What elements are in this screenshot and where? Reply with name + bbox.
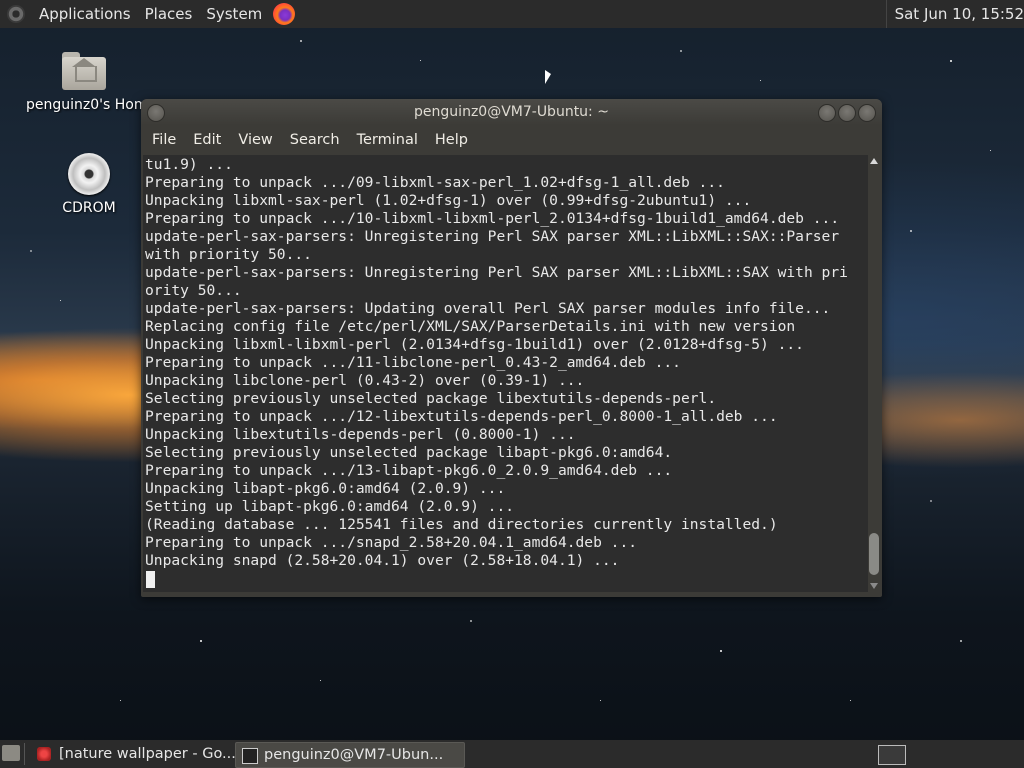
scroll-down-arrow-icon[interactable] — [870, 583, 878, 589]
terminal-line: Selecting previously unselected package … — [145, 390, 717, 407]
terminal-line: Preparing to unpack .../13-libapt-pkg6.0… — [145, 462, 673, 479]
window-titlebar[interactable]: penguinz0@VM7-Ubuntu: ~ — [141, 99, 882, 125]
browser-task-icon — [37, 747, 51, 761]
close-button[interactable] — [858, 104, 876, 122]
maximize-button[interactable] — [838, 104, 856, 122]
desktop-icon-home[interactable]: penguinz0's Home — [26, 52, 142, 113]
terminal-task-icon — [242, 748, 258, 764]
home-folder-icon — [62, 52, 106, 90]
bottom-panel: [nature wallpaper - Go... penguinz0@VM7-… — [0, 740, 1024, 768]
terminal-line: Unpacking libxml-libxml-perl (2.0134+dfs… — [145, 336, 804, 353]
menu-places[interactable]: Places — [140, 5, 198, 23]
terminal-line: update-perl-sax-parsers: Updating overal… — [145, 300, 831, 317]
taskbar-item-browser[interactable]: [nature wallpaper - Go... — [31, 742, 257, 766]
terminal-line: tu1.9) ... — [145, 156, 233, 173]
terminal-line: Unpacking libxml-sax-perl (1.02+dfsg-1) … — [145, 192, 752, 209]
terminal-line: Setting up libapt-pkg6.0:amd64 (2.0.9) .… — [145, 498, 515, 515]
menu-view[interactable]: View — [238, 132, 272, 148]
taskbar-item-label: penguinz0@VM7-Ubun... — [264, 747, 444, 763]
terminal-line: Preparing to unpack .../09-libxml-sax-pe… — [145, 174, 725, 191]
terminal-menubar: File Edit View Search Terminal Help — [141, 125, 882, 155]
terminal-line: update-perl-sax-parsers: Unregistering P… — [145, 264, 848, 281]
minimize-button[interactable] — [818, 104, 836, 122]
clock[interactable]: Sat Jun 10, 15:52 — [885, 0, 1024, 28]
terminal-scrollbar[interactable] — [868, 155, 880, 592]
terminal-line: Replacing config file /etc/perl/XML/SAX/… — [145, 318, 796, 335]
menu-help[interactable]: Help — [435, 132, 468, 148]
terminal-line: Unpacking libclone-perl (0.43-2) over (0… — [145, 372, 585, 389]
workspace-switcher-icon[interactable] — [878, 745, 906, 765]
terminal-line: (Reading database ... 125541 files and d… — [145, 516, 778, 533]
terminal-lines: tu1.9) ... Preparing to unpack .../09-lib… — [145, 156, 848, 570]
menu-system[interactable]: System — [201, 5, 267, 23]
terminal-line: Unpacking libextutils-depends-perl (0.80… — [145, 426, 576, 443]
scroll-up-arrow-icon[interactable] — [870, 158, 878, 164]
terminal-line: Preparing to unpack .../10-libxml-libxml… — [145, 210, 840, 227]
terminal-line: Preparing to unpack .../11-libclone-perl… — [145, 354, 681, 371]
terminal-window: penguinz0@VM7-Ubuntu: ~ File Edit View S… — [141, 99, 882, 597]
terminal-line: update-perl-sax-parsers: Unregistering P… — [145, 228, 840, 245]
terminal-line: Unpacking libapt-pkg6.0:amd64 (2.0.9) ..… — [145, 480, 506, 497]
terminal-line: Unpacking snapd (2.58+20.04.1) over (2.5… — [145, 552, 620, 569]
menu-edit[interactable]: Edit — [193, 132, 221, 148]
desktop-icon-label: penguinz0's Home — [26, 97, 142, 113]
mouse-pointer-icon — [545, 70, 551, 84]
taskbar-item-label: [nature wallpaper - Go... — [59, 746, 236, 762]
menu-file[interactable]: File — [152, 132, 176, 148]
terminal-line: with priority 50... — [145, 246, 312, 263]
firefox-icon[interactable] — [273, 3, 296, 25]
terminal-output[interactable]: tu1.9) ... Preparing to unpack .../09-lib… — [143, 155, 868, 592]
distro-logo-icon[interactable] — [7, 5, 25, 23]
terminal-line: Selecting previously unselected package … — [145, 444, 673, 461]
terminal-line: Preparing to unpack .../snapd_2.58+20.04… — [145, 534, 638, 551]
terminal-line: ority 50... — [145, 282, 242, 299]
menu-search[interactable]: Search — [290, 132, 340, 148]
terminal-line: Preparing to unpack .../12-libextutils-d… — [145, 408, 778, 425]
show-desktop-icon[interactable] — [2, 745, 20, 761]
desktop-icon-label: CDROM — [62, 200, 116, 216]
top-panel: Applications Places System Sat Jun 10, 1… — [0, 0, 1024, 28]
window-title: penguinz0@VM7-Ubuntu: ~ — [414, 104, 609, 120]
panel-separator — [24, 743, 25, 765]
text-cursor — [146, 571, 155, 588]
cdrom-icon — [68, 153, 110, 195]
menu-terminal[interactable]: Terminal — [357, 132, 418, 148]
taskbar-item-terminal[interactable]: penguinz0@VM7-Ubun... — [235, 742, 465, 768]
desktop-icon-cdrom[interactable]: CDROM — [54, 153, 124, 216]
menu-applications[interactable]: Applications — [34, 5, 136, 23]
scrollbar-thumb[interactable] — [869, 533, 879, 575]
